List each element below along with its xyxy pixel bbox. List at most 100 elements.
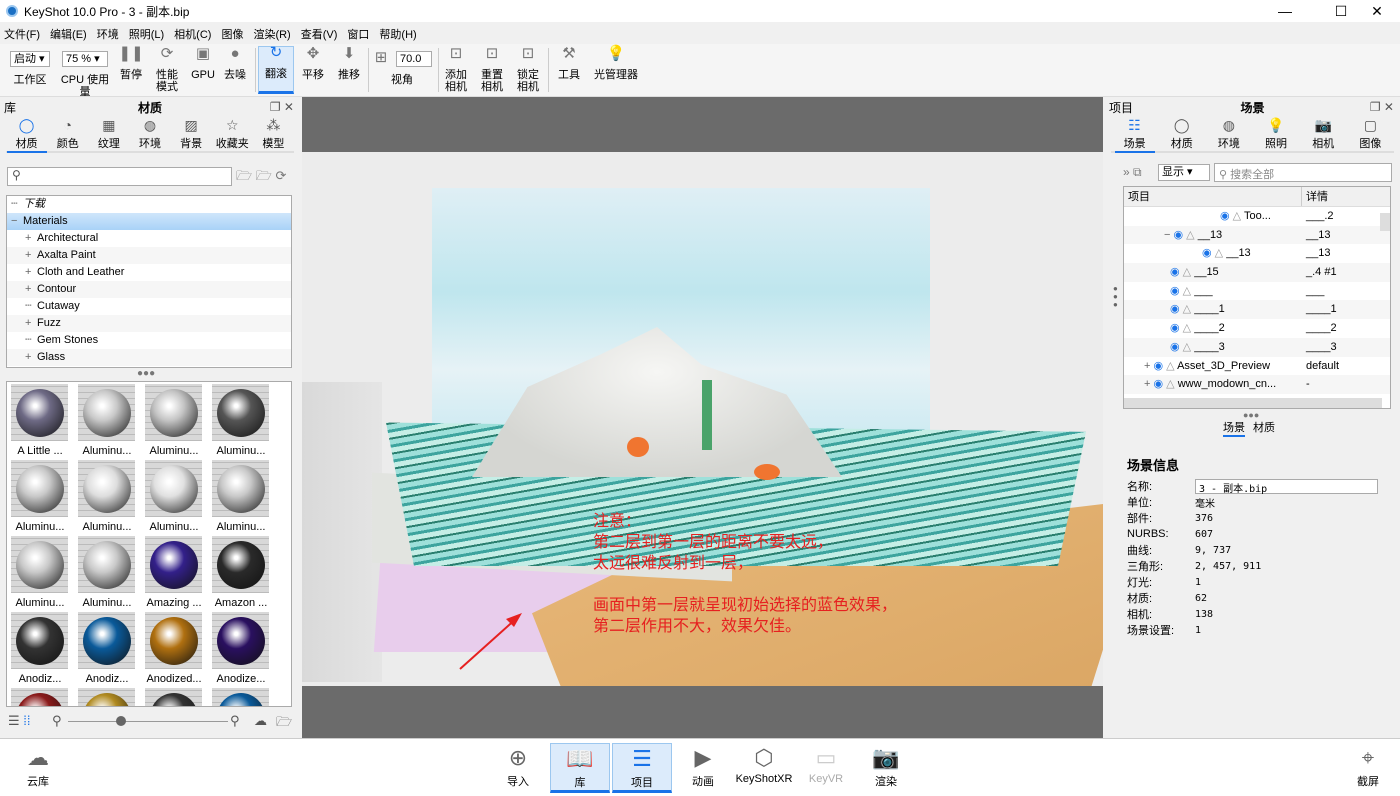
pan-button[interactable]: ✥ 平移 bbox=[300, 46, 326, 81]
menu-item[interactable]: 渲染(R) bbox=[249, 26, 296, 44]
scene-tree-row[interactable]: ◉ △ Too... ___.2 bbox=[1124, 207, 1390, 226]
tools-button[interactable]: ⚒ 工具 bbox=[556, 46, 582, 81]
light-manager-button[interactable]: 💡 光管理器 bbox=[592, 46, 640, 81]
add-folder-icon[interactable]: 🗁 bbox=[236, 168, 252, 183]
library-tab[interactable]: ◍ 环境 bbox=[130, 117, 170, 151]
visibility-eye-icon[interactable]: ◉ bbox=[1170, 266, 1180, 278]
lock-camera-button[interactable]: ⊡ 锁定相机 bbox=[515, 46, 541, 93]
export-folder-icon[interactable]: 🗁 bbox=[276, 713, 292, 735]
scene-tree-row[interactable]: ◉ △ __15 _.4 #1 bbox=[1124, 263, 1390, 282]
library-tab[interactable]: ▨ 背景 bbox=[171, 117, 211, 151]
display-filter-select[interactable]: 显示 ▾ bbox=[1158, 164, 1210, 181]
library-tree-item[interactable]: + Glass bbox=[7, 349, 291, 366]
visibility-eye-icon[interactable]: ◉ bbox=[1170, 303, 1180, 315]
visibility-eye-icon[interactable]: ◉ bbox=[1202, 247, 1212, 259]
scene-tree-row[interactable]: ◉ △ ____3 ____3 bbox=[1124, 337, 1390, 357]
horizontal-scrollbar[interactable] bbox=[1124, 398, 1382, 408]
slider-handle[interactable] bbox=[116, 716, 126, 726]
scene-tree-row[interactable]: + ◉ △ Asset_3D_Preview default bbox=[1124, 357, 1390, 376]
library-tree-item[interactable]: ┄ Cutaway bbox=[7, 298, 291, 315]
menu-item[interactable]: 编辑(E) bbox=[46, 26, 93, 44]
panel-close-icon[interactable]: ❐ ✕ bbox=[270, 100, 294, 114]
menu-item[interactable]: 查看(V) bbox=[297, 26, 344, 44]
material-thumbnail[interactable]: Aluminu... bbox=[78, 536, 136, 609]
expand-toggle[interactable]: + bbox=[1144, 378, 1150, 390]
material-thumbnail[interactable]: Aluminu... bbox=[78, 460, 136, 533]
workspace-select[interactable]: 启动 ▾ bbox=[10, 51, 50, 67]
list-view-icon[interactable]: ☰ bbox=[8, 713, 20, 728]
material-thumbnail[interactable] bbox=[212, 688, 270, 706]
dolly-button[interactable]: ⬇ 推移 bbox=[336, 46, 362, 81]
subtab-scene[interactable]: 场景 bbox=[1223, 419, 1245, 437]
subtab-material[interactable]: 材质 bbox=[1253, 419, 1275, 437]
visibility-eye-icon[interactable]: ◉ bbox=[1170, 285, 1180, 297]
side-splitter-handle[interactable]: ● ● ● bbox=[1113, 285, 1118, 309]
render-button[interactable]: 📷 渲染 bbox=[856, 743, 916, 793]
fov-input[interactable]: 70.0 bbox=[396, 51, 432, 67]
gpu-button[interactable]: ▣ GPU bbox=[190, 46, 216, 81]
project-tab[interactable]: ◍ 环境 bbox=[1209, 117, 1249, 151]
grid-view-icon[interactable]: ⁞⁞ bbox=[23, 713, 30, 728]
scene-tree-row[interactable]: − ◉ △ __13 __13 bbox=[1124, 225, 1390, 245]
menu-item[interactable]: 文件(F) bbox=[0, 26, 46, 44]
scene-name-input[interactable]: 3 - 副本.bip bbox=[1195, 478, 1378, 495]
screenshot-button[interactable]: ⌖ 截屏 bbox=[1338, 743, 1398, 793]
tumble-button[interactable]: ↻ 翻滚 bbox=[258, 45, 294, 94]
panel-close-icon[interactable]: ❐ ✕ bbox=[1370, 100, 1394, 114]
library-tab[interactable]: ☆ 收藏夹 bbox=[212, 117, 252, 151]
library-tab[interactable]: ◯ 材质 bbox=[6, 117, 47, 153]
vertical-scrollbar[interactable] bbox=[1380, 213, 1390, 231]
library-tree-item[interactable]: + Cloth and Leather bbox=[7, 264, 291, 281]
performance-mode-button[interactable]: ⟳ 性能 模式 bbox=[152, 46, 182, 93]
material-thumbnail[interactable]: Aluminu... bbox=[145, 384, 203, 457]
visibility-eye-icon[interactable]: ◉ bbox=[1220, 210, 1230, 222]
library-tree-item[interactable]: ┄ Gem Stones bbox=[7, 332, 291, 349]
material-thumbnail[interactable]: A Little ... bbox=[11, 384, 69, 457]
material-thumbnail[interactable]: Aluminu... bbox=[212, 384, 270, 457]
project-toggle-button[interactable]: ☰ 项目 bbox=[612, 743, 672, 793]
project-tab[interactable]: 📷 相机 bbox=[1303, 117, 1343, 151]
scene-tree-row[interactable]: ◉ △ ____1 ____1 bbox=[1124, 300, 1390, 320]
material-thumbnail[interactable]: Anodize... bbox=[212, 612, 270, 685]
reset-camera-button[interactable]: ⊡ 重置相机 bbox=[479, 46, 505, 93]
material-thumbnail[interactable]: Aluminu... bbox=[11, 460, 69, 533]
column-header-detail[interactable]: 详情 bbox=[1302, 187, 1328, 206]
project-tab[interactable]: 💡 照明 bbox=[1256, 117, 1296, 151]
project-tab[interactable]: ☷ 场景 bbox=[1114, 117, 1155, 153]
library-tree-item[interactable]: + Fuzz bbox=[7, 315, 291, 332]
library-tab[interactable]: ◔ 颜色 bbox=[48, 117, 88, 151]
keyshotxr-button[interactable]: ⬡ KeyShotXR bbox=[733, 743, 795, 793]
scene-tree-row[interactable]: + ◉ △ www_modown_cn... - bbox=[1124, 375, 1390, 394]
menu-item[interactable]: 环境 bbox=[93, 26, 125, 44]
library-tree-item[interactable]: + Architectural bbox=[7, 230, 291, 247]
material-thumbnail[interactable]: Aluminu... bbox=[11, 536, 69, 609]
library-tree-item[interactable]: + Axalta Paint bbox=[7, 247, 291, 264]
library-tree-item[interactable]: + Contour bbox=[7, 281, 291, 298]
expand-toggle[interactable]: − bbox=[1164, 229, 1170, 241]
cloud-library-button[interactable]: ☁ 云库 bbox=[8, 743, 68, 793]
import-folder-icon[interactable]: 🗁 bbox=[256, 168, 272, 183]
library-tree-item[interactable]: ┄ 下载 bbox=[7, 196, 291, 213]
denoise-button[interactable]: ● 去噪 bbox=[222, 46, 248, 81]
library-tab[interactable]: ▦ 纹理 bbox=[89, 117, 129, 151]
material-thumbnail[interactable]: Anodized... bbox=[145, 612, 203, 685]
add-camera-button[interactable]: ⊡ 添加相机 bbox=[443, 46, 469, 93]
material-thumbnail[interactable]: Aluminu... bbox=[212, 460, 270, 533]
library-search-input[interactable]: ⚲ bbox=[7, 167, 232, 186]
pause-button[interactable]: ❚❚ 暂停 bbox=[118, 46, 144, 81]
render-viewport[interactable]: 注意： 第二层到第一层的距离不要太远， 太远很难反射到一层， 画面中第一层就呈现初始选… bbox=[302, 97, 1103, 738]
expand-toggle[interactable]: + bbox=[1144, 360, 1150, 372]
refresh-icon[interactable]: ⟳ bbox=[276, 168, 287, 183]
material-thumbnail[interactable]: Aluminu... bbox=[78, 384, 136, 457]
close-button[interactable]: ✕ bbox=[1354, 0, 1400, 22]
menu-item[interactable]: 窗口 bbox=[343, 26, 375, 44]
menu-item[interactable]: 图像 bbox=[217, 26, 249, 44]
library-folder-actions[interactable]: 🗁 🗁 ⟳ bbox=[236, 167, 286, 189]
render-image[interactable]: 注意： 第二层到第一层的距离不要太远， 太远很难反射到一层， 画面中第一层就呈现初始选… bbox=[302, 152, 1103, 686]
visibility-eye-icon[interactable]: ◉ bbox=[1154, 360, 1164, 372]
material-thumbnail[interactable]: Amazon ... bbox=[212, 536, 270, 609]
keyvr-button[interactable]: ▭ KeyVR bbox=[796, 743, 856, 793]
scene-tree-row[interactable]: ◉ △ ____2 ____2 bbox=[1124, 319, 1390, 338]
cloud-upload-icon[interactable]: ☁ bbox=[254, 713, 267, 729]
material-thumbnail[interactable] bbox=[11, 688, 69, 706]
